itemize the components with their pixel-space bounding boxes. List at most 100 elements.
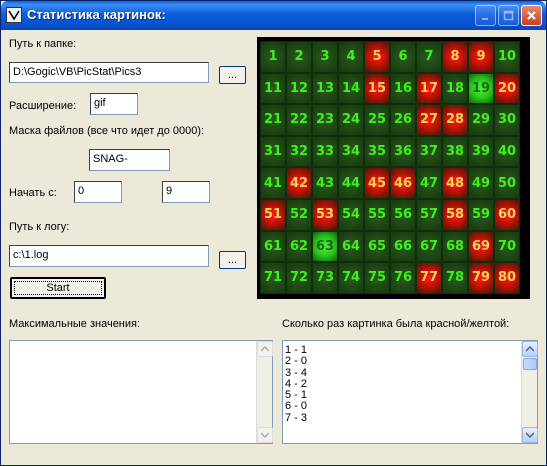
log-label: Путь к логу: xyxy=(9,221,70,233)
picture-cell: 9 xyxy=(468,41,494,73)
picture-cell: 29 xyxy=(468,104,494,136)
arrow-up-icon[interactable] xyxy=(522,341,538,357)
picture-cell: 40 xyxy=(494,135,520,168)
max-values-textbox[interactable] xyxy=(9,340,273,444)
app-icon xyxy=(6,7,22,23)
picture-cell: 34 xyxy=(338,135,364,168)
folder-label: Путь к папке: xyxy=(9,38,77,50)
list-item[interactable]: 1 - 1 xyxy=(283,344,537,356)
picture-cell: 53 xyxy=(312,198,338,231)
picture-cell: 6 xyxy=(390,41,416,73)
title-bar[interactable]: Статистика картинок: xyxy=(1,1,546,30)
extension-label: Расширение: xyxy=(9,100,77,112)
picture-cell: 52 xyxy=(286,198,312,231)
picture-cell: 54 xyxy=(338,198,364,231)
picture-cell: 11 xyxy=(260,72,286,105)
browse-log-button[interactable]: ... xyxy=(219,251,246,269)
picture-cell: 20 xyxy=(494,72,520,105)
picture-cell: 1 xyxy=(260,41,286,73)
max-values-label: Максимальные значения: xyxy=(9,318,141,330)
arrow-down-icon[interactable] xyxy=(257,427,273,443)
picture-cell: 64 xyxy=(338,230,364,263)
picture-cell: 75 xyxy=(364,262,390,294)
window-title: Статистика картинок: xyxy=(27,7,166,22)
picture-cell: 15 xyxy=(364,72,390,105)
picture-cell: 19 xyxy=(468,72,494,105)
count-list[interactable]: 1 - 12 - 03 - 44 - 25 - 16 - 07 - 3 xyxy=(282,340,538,444)
picture-cell: 50 xyxy=(494,167,520,199)
picture-cell: 5 xyxy=(364,41,390,73)
picture-cell: 63 xyxy=(312,230,338,263)
picture-cell: 37 xyxy=(416,135,442,168)
picture-cell: 66 xyxy=(390,230,416,263)
picture-cell: 61 xyxy=(260,230,286,263)
picture-cell: 31 xyxy=(260,135,286,168)
picture-cell: 28 xyxy=(442,104,468,136)
picture-cell: 13 xyxy=(312,72,338,105)
picture-cell: 45 xyxy=(364,167,390,199)
count-list-scrollbar[interactable] xyxy=(521,341,538,443)
app-window: Статистика картинок: Путь к папке: D:\Go… xyxy=(0,0,547,466)
picture-cell: 62 xyxy=(286,230,312,263)
list-item[interactable]: 4 - 2 xyxy=(283,378,537,390)
picture-cell: 73 xyxy=(312,262,338,294)
list-item[interactable]: 3 - 4 xyxy=(283,367,537,379)
browse-folder-button[interactable]: ... xyxy=(219,66,246,84)
picture-cell: 38 xyxy=(442,135,468,168)
picture-cell: 14 xyxy=(338,72,364,105)
picture-cell: 26 xyxy=(390,104,416,136)
picture-cell: 24 xyxy=(338,104,364,136)
picture-cell: 65 xyxy=(364,230,390,263)
max-values-scrollbar[interactable] xyxy=(256,341,273,443)
picture-cell: 12 xyxy=(286,72,312,105)
mask-input[interactable]: SNAG- xyxy=(89,149,170,171)
picture-cell: 35 xyxy=(364,135,390,168)
picture-cell: 33 xyxy=(312,135,338,168)
picture-cell: 49 xyxy=(468,167,494,199)
folder-path-input[interactable]: D:\Gogic\VB\PicStat\Pics3 xyxy=(9,62,209,83)
minimize-button[interactable] xyxy=(475,5,496,26)
list-item[interactable]: 2 - 0 xyxy=(283,355,537,367)
picture-cell: 39 xyxy=(468,135,494,168)
picture-cell: 44 xyxy=(338,167,364,199)
picture-cell: 10 xyxy=(494,41,520,73)
picture-cell: 78 xyxy=(442,262,468,294)
picture-cell: 16 xyxy=(390,72,416,105)
log-path-input[interactable]: c:\1.log xyxy=(9,245,209,267)
arrow-down-icon[interactable] xyxy=(522,427,538,443)
start-from-input[interactable]: 0 xyxy=(74,181,122,203)
picture-cell: 30 xyxy=(494,104,520,136)
picture-cell: 76 xyxy=(390,262,416,294)
picture-cell: 55 xyxy=(364,198,390,231)
picture-cell: 8 xyxy=(442,41,468,73)
picture-cell: 46 xyxy=(390,167,416,199)
picture-grid: 1 2 3 4 5 6 7 8 9 10 11 12 13 14 15 16 17 18 19 20 21 22 23 24 2… xyxy=(257,37,530,299)
list-item[interactable]: 5 - 1 xyxy=(283,389,537,401)
minimize-icon xyxy=(482,18,488,20)
picture-cell: 68 xyxy=(442,230,468,263)
picture-cell: 77 xyxy=(416,262,442,294)
close-icon xyxy=(527,11,536,20)
list-item[interactable]: 6 - 0 xyxy=(283,401,537,413)
start-from-label: Начать с: xyxy=(9,187,57,199)
picture-cell: 27 xyxy=(416,104,442,136)
picture-cell: 59 xyxy=(468,198,494,231)
scrollbar-thumb[interactable] xyxy=(523,358,537,370)
picture-cell: 67 xyxy=(416,230,442,263)
count-label: Сколько раз картинка была красной/желтой… xyxy=(282,318,510,330)
picture-cell: 47 xyxy=(416,167,442,199)
start-button[interactable]: Start xyxy=(10,277,106,299)
list-item[interactable]: 7 - 3 xyxy=(283,412,537,424)
maximize-icon xyxy=(503,10,514,21)
close-button[interactable] xyxy=(521,5,542,26)
picture-cell: 79 xyxy=(468,262,494,294)
start-to-input[interactable]: 9 xyxy=(162,181,210,203)
extension-input[interactable]: gif xyxy=(90,93,138,115)
picture-cell: 57 xyxy=(416,198,442,231)
arrow-up-icon[interactable] xyxy=(257,341,273,357)
picture-cell: 56 xyxy=(390,198,416,231)
picture-cell: 25 xyxy=(364,104,390,136)
maximize-button[interactable] xyxy=(498,5,519,26)
picture-cell: 51 xyxy=(260,198,286,231)
picture-cell: 69 xyxy=(468,230,494,263)
